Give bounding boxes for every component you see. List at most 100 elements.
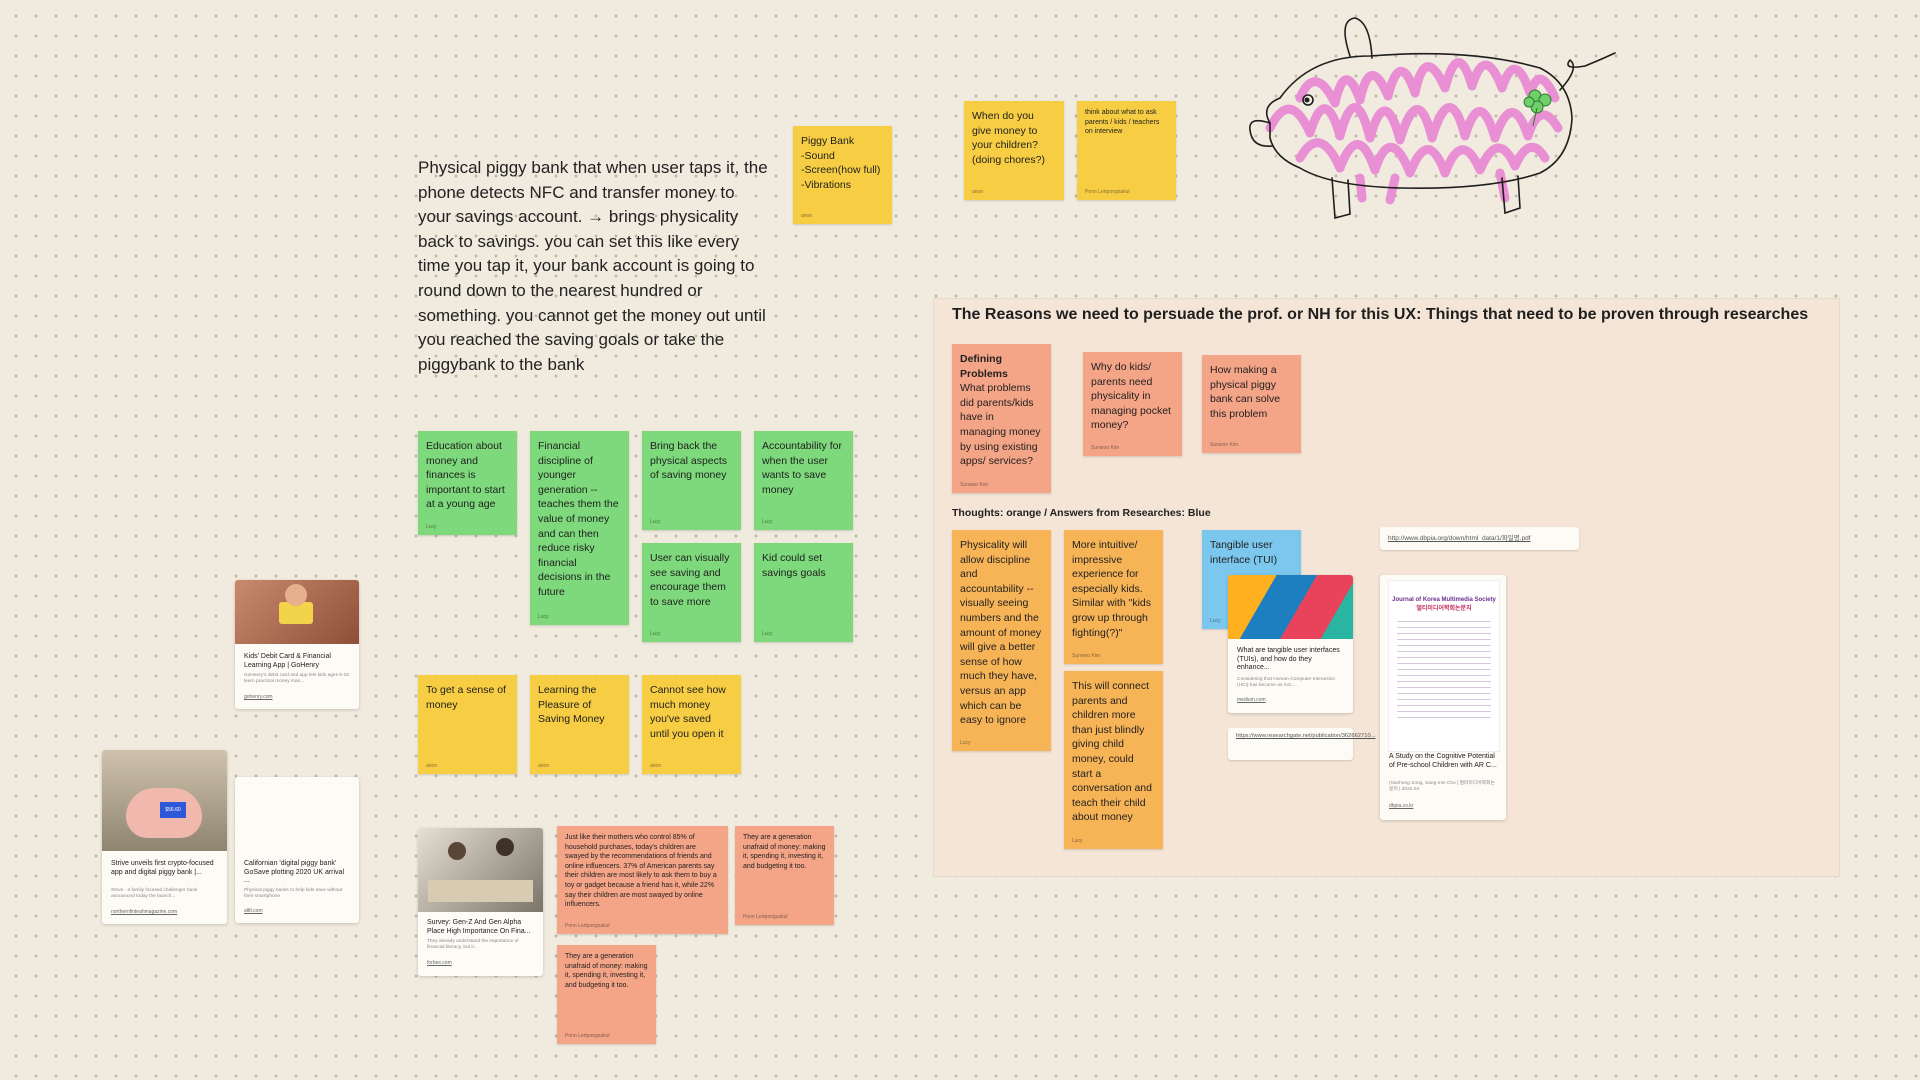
link-card-tui-medium[interactable]: What are tangible user interfaces (TUIs)… bbox=[1228, 575, 1353, 713]
note-heading: Defining Problems bbox=[960, 353, 1008, 380]
strive-thumbnail: $56.60 bbox=[102, 750, 227, 851]
note-text: Just like their mothers who control 85% … bbox=[565, 834, 717, 909]
sticky-note-education[interactable]: Education about money and finances is im… bbox=[418, 431, 517, 535]
sticky-note-connect[interactable]: This will connect parents and children m… bbox=[1064, 671, 1163, 849]
card-description: Strive - a family focused challenger ban… bbox=[111, 888, 198, 899]
card-description: GoHenry's debit card and app lets kids a… bbox=[244, 673, 349, 684]
gohenry-thumbnail bbox=[235, 580, 359, 644]
note-text: Bring back the physical aspects of savin… bbox=[650, 440, 728, 482]
journal-lines bbox=[1397, 621, 1491, 721]
sticky-note-physicality[interactable]: Physicality will allow discipline and ac… bbox=[952, 530, 1051, 751]
note-text: Why do kids/ parents need physicality in… bbox=[1091, 361, 1171, 432]
sticky-note-unafraid-2[interactable]: They are a generation unafraid of money:… bbox=[557, 945, 656, 1044]
sticky-note-accountability[interactable]: Accountability for when the user wants t… bbox=[754, 431, 853, 530]
note-author: Ponn Lertpongsakul bbox=[565, 1033, 610, 1039]
tui-thumbnail bbox=[1228, 575, 1353, 639]
link-dbpia-pdf[interactable]: http://www.dbpia.org/down/html_data/1/파일… bbox=[1380, 527, 1579, 550]
note-author: Lucy bbox=[538, 614, 549, 620]
note-text: How making a physical piggy bank can sol… bbox=[1210, 364, 1281, 420]
card-url[interactable]: gohenry.com bbox=[244, 694, 273, 700]
card-title: Strive unveils first crypto-focused app … bbox=[111, 860, 214, 876]
concept-description: Physical piggy bank that when user taps … bbox=[418, 158, 768, 374]
sticky-note-piggy-bank[interactable]: Piggy Bank -Sound -Screen(how full) -Vib… bbox=[793, 126, 892, 224]
sticky-note-intuitive[interactable]: More intuitive/ impressive experience fo… bbox=[1064, 530, 1163, 664]
note-text: Learning the Pleasure of Saving Money bbox=[538, 684, 605, 726]
sticky-note-mothers-stat[interactable]: Just like their mothers who control 85% … bbox=[557, 826, 728, 934]
note-text: think about what to ask parents / kids /… bbox=[1085, 109, 1160, 136]
card-title: Kids' Debit Card & Financial Learning Ap… bbox=[244, 653, 331, 669]
card-description: (Sanhong Song, Sang-min Cho | 멀티미디어학회논문지… bbox=[1389, 781, 1495, 792]
sticky-note-when-give-money[interactable]: When do you give money to your children?… bbox=[964, 101, 1064, 200]
link-card-strive[interactable]: $56.60 Strive unveils first crypto-focus… bbox=[102, 750, 227, 924]
note-author: Lucy bbox=[426, 524, 437, 530]
note-text: This will connect parents and children m… bbox=[1072, 680, 1152, 824]
note-author: anon bbox=[538, 763, 550, 769]
card-title: Californian 'digital piggy bank' GoSave … bbox=[244, 860, 344, 885]
sticky-note-how-making[interactable]: How making a physical piggy bank can sol… bbox=[1202, 355, 1301, 453]
table-surface bbox=[428, 880, 533, 902]
note-author: Lucy bbox=[762, 519, 773, 525]
note-text: Cannot see how much money you've saved u… bbox=[650, 684, 726, 740]
card-url[interactable]: dbpia.co.kr bbox=[1389, 803, 1413, 809]
note-author: Lucy bbox=[960, 740, 971, 746]
piggy-bank-drawing[interactable] bbox=[1240, 8, 1660, 230]
card-description: They already understand the importance o… bbox=[427, 939, 519, 950]
frame-subtitle: Thoughts: orange / Answers from Research… bbox=[952, 507, 1211, 519]
child-figure bbox=[285, 584, 307, 606]
note-author: anon bbox=[426, 763, 438, 769]
journal-subtitle: 멀티미디어학회논문지 bbox=[1416, 606, 1472, 612]
sticky-note-defining-problems[interactable]: Defining Problems What problems did pare… bbox=[952, 344, 1051, 493]
people-figure bbox=[496, 838, 514, 856]
note-author: anon bbox=[972, 189, 984, 195]
card-url[interactable]: forbes.com bbox=[427, 960, 452, 966]
sticky-note-why-kids[interactable]: Why do kids/ parents need physicality in… bbox=[1083, 352, 1182, 456]
note-author: Sunwoo Kim bbox=[1210, 442, 1239, 448]
card-title: What are tangible user interfaces (TUIs)… bbox=[1237, 647, 1340, 672]
pig-screen: $56.60 bbox=[160, 802, 186, 818]
note-author: Sunwoo Kim bbox=[1072, 653, 1101, 659]
note-text: More intuitive/ impressive experience fo… bbox=[1072, 539, 1151, 639]
card-url[interactable]: altfi.com bbox=[244, 908, 263, 914]
card-description: Physical piggy banks to help kids save w… bbox=[244, 888, 343, 899]
card-url[interactable]: northernfinteahmagazine.com bbox=[111, 909, 177, 915]
sticky-note-unafraid-1[interactable]: They are a generation unafraid of money:… bbox=[735, 826, 834, 925]
sticky-note-pleasure-saving[interactable]: Learning the Pleasure of Saving Money an… bbox=[530, 675, 629, 774]
note-author: Lucy bbox=[762, 631, 773, 637]
link-card-journal[interactable]: Journal of Korea Multimedia Society 멀티미디… bbox=[1380, 575, 1506, 820]
card-url[interactable]: medium.com bbox=[1237, 697, 1266, 703]
sticky-note-think-about[interactable]: think about what to ask parents / kids /… bbox=[1077, 101, 1176, 200]
sticky-note-financial-discipline[interactable]: Financial discipline of younger generati… bbox=[530, 431, 629, 625]
note-author: Sunwoo Kim bbox=[960, 482, 989, 488]
note-text: They are a generation unafraid of money:… bbox=[743, 834, 826, 870]
sticky-note-savings-goals[interactable]: Kid could set savings goals Lucy bbox=[754, 543, 853, 642]
note-author: Ponn Lertpongsakul bbox=[565, 923, 610, 929]
sticky-note-sense-of-money[interactable]: To get a sense of money anon bbox=[418, 675, 517, 774]
note-author: Ponn Lertpongsakul bbox=[743, 914, 788, 920]
frame-title: The Reasons we need to persuade the prof… bbox=[952, 306, 1809, 323]
note-author: anon bbox=[650, 763, 662, 769]
link-card-gohenry[interactable]: Kids' Debit Card & Financial Learning Ap… bbox=[235, 580, 359, 709]
note-text: What problems did parents/kids have in m… bbox=[960, 382, 1041, 468]
note-author: Lucy bbox=[1210, 618, 1221, 624]
note-author: Sunwoo Kim bbox=[1091, 445, 1120, 451]
sticky-note-visually-see-saving[interactable]: User can visually see saving and encoura… bbox=[642, 543, 741, 642]
note-author: Lucy bbox=[650, 631, 661, 637]
link-card-survey[interactable]: Survey: Gen-Z And Gen Alpha Place High I… bbox=[418, 828, 543, 976]
link-researchgate[interactable]: https://www.researchgate.net/publication… bbox=[1228, 728, 1376, 760]
card-title: Survey: Gen-Z And Gen Alpha Place High I… bbox=[427, 919, 531, 935]
note-text: They are a generation unafraid of money:… bbox=[565, 953, 648, 989]
link-card-californian[interactable]: Californian 'digital piggy bank' GoSave … bbox=[235, 777, 359, 923]
note-text: To get a sense of money bbox=[426, 684, 506, 711]
note-text: Kid could set savings goals bbox=[762, 552, 826, 579]
note-text: Tangible user interface (TUI) bbox=[1210, 539, 1278, 566]
note-text: When do you give money to your children?… bbox=[972, 110, 1045, 166]
note-author: Lucy bbox=[1072, 838, 1083, 844]
note-author: anon bbox=[801, 213, 813, 219]
note-author: Ponn Lertpongsakul bbox=[1085, 189, 1130, 195]
note-text: Accountability for when the user wants t… bbox=[762, 440, 842, 496]
sticky-note-cannot-see[interactable]: Cannot see how much money you've saved u… bbox=[642, 675, 741, 774]
card-title: A Study on the Cognitive Potential of Pr… bbox=[1389, 753, 1497, 769]
sticky-note-bring-back-physical[interactable]: Bring back the physical aspects of savin… bbox=[642, 431, 741, 530]
journal-thumbnail: Journal of Korea Multimedia Society 멀티미디… bbox=[1388, 580, 1500, 752]
note-text: Piggy Bank -Sound -Screen(how full) -Vib… bbox=[801, 135, 881, 191]
